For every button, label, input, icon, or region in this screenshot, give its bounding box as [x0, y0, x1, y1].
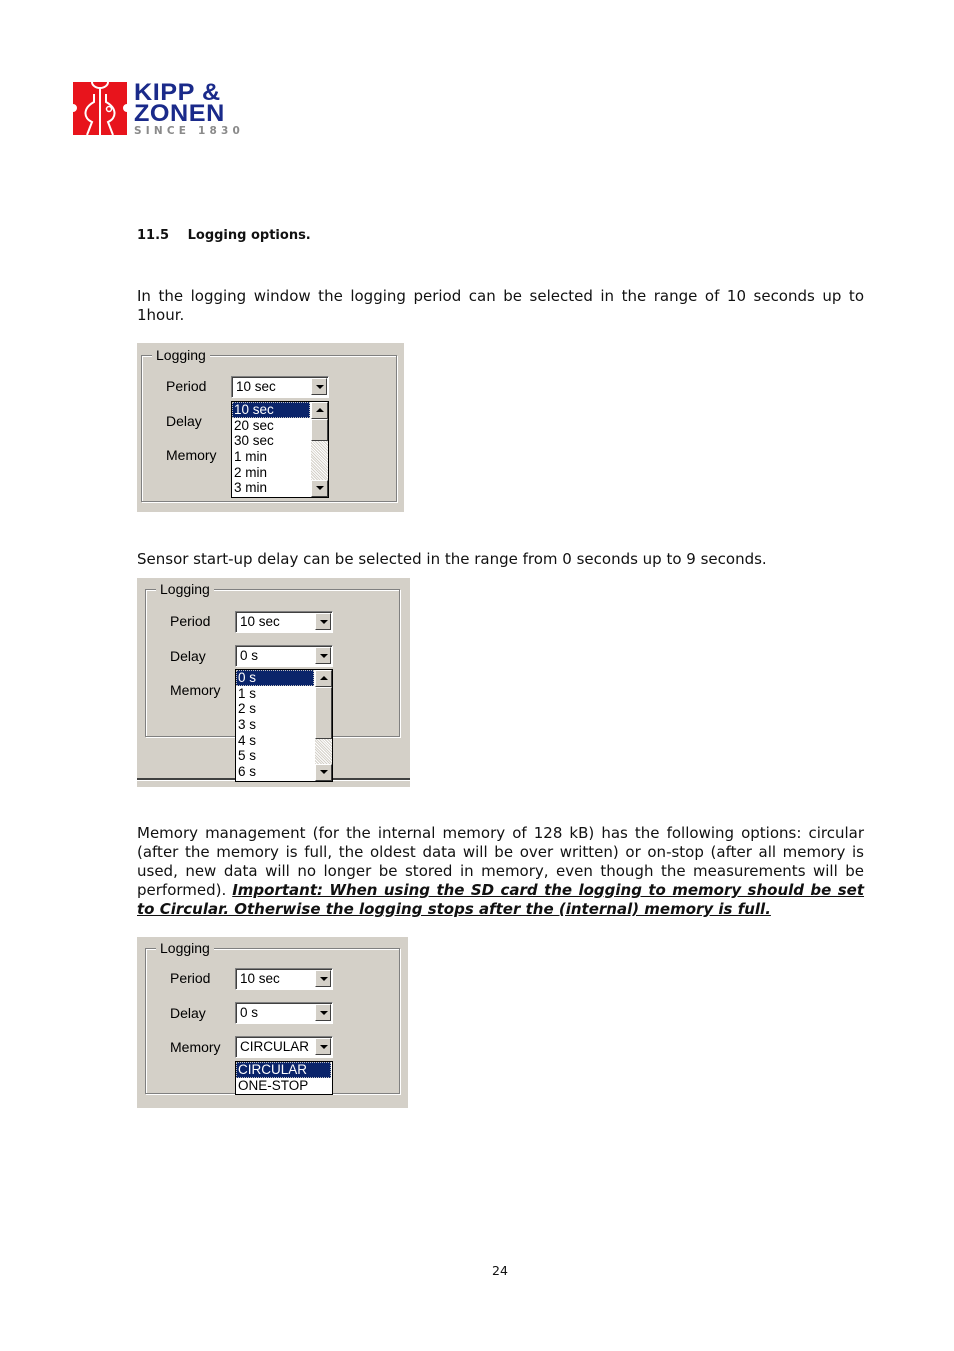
memory-select-value: CIRCULAR	[240, 1039, 310, 1054]
kipp-zonen-emblem-icon	[73, 82, 127, 135]
section-heading: 11.5 Logging options.	[137, 228, 311, 243]
scrollbar-thumb[interactable]	[311, 419, 328, 441]
delay-option[interactable]: 3 s	[236, 717, 314, 733]
chevron-down-icon	[320, 1045, 328, 1049]
chevron-down-icon	[316, 486, 324, 490]
groupbox-title: Logging	[156, 940, 214, 956]
period-option[interactable]: 3 min	[232, 480, 310, 496]
memory-label: Memory	[170, 1039, 221, 1055]
memory-label: Memory	[166, 447, 217, 463]
period-paragraph: In the logging window the logging period…	[137, 287, 864, 324]
period-select[interactable]: 10 sec	[235, 968, 333, 990]
period-option[interactable]: 10 sec	[232, 402, 310, 418]
memory-select[interactable]: CIRCULAR	[235, 1036, 333, 1058]
memory-option[interactable]: CIRCULAR	[236, 1062, 331, 1078]
logo-wordmark: KIPP & ZONEN SINCE 1830	[134, 81, 244, 138]
memory-label: Memory	[170, 682, 221, 698]
page-number: 24	[492, 1263, 508, 1278]
period-options-list[interactable]: 10 sec 20 sec 30 sec 1 min 2 min 3 min	[231, 401, 329, 498]
delay-select-value: 0 s	[240, 1005, 259, 1020]
logging-memory-screenshot: Logging Period Delay Memory 10 sec 0 s C…	[137, 937, 408, 1108]
period-option[interactable]: 1 min	[232, 449, 310, 465]
period-option[interactable]: 30 sec	[232, 433, 310, 449]
chevron-down-icon	[320, 620, 328, 624]
period-select-value: 10 sec	[240, 614, 280, 629]
period-label: Period	[170, 970, 211, 986]
period-select-value: 10 sec	[236, 379, 276, 394]
chevron-up-icon	[316, 408, 324, 412]
scroll-up-button[interactable]	[311, 402, 328, 419]
logo-line-zonen: ZONEN	[134, 100, 225, 127]
section-title: Logging options.	[187, 228, 311, 243]
memory-dropdown-button[interactable]	[315, 1038, 331, 1055]
logging-delay-screenshot: Logging Period Delay Memory 10 sec 0 s 0…	[137, 578, 410, 787]
chevron-down-icon	[320, 1011, 328, 1015]
delay-option[interactable]: 5 s	[236, 748, 314, 764]
period-option[interactable]: 20 sec	[232, 418, 310, 434]
memory-option[interactable]: ONE-STOP	[236, 1078, 331, 1094]
scrollbar-thumb[interactable]	[315, 687, 332, 739]
kipp-zonen-logo: KIPP & ZONEN SINCE 1830	[73, 81, 248, 138]
chevron-down-icon	[320, 770, 328, 774]
memory-paragraph: Memory management (for the internal memo…	[137, 824, 864, 919]
delay-option[interactable]: 1 s	[236, 686, 314, 702]
period-dropdown-button[interactable]	[315, 970, 331, 987]
scroll-down-button[interactable]	[311, 480, 328, 497]
groupbox-title: Logging	[156, 581, 214, 597]
memory-options-list[interactable]: CIRCULAR ONE-STOP	[235, 1061, 333, 1095]
delay-list-scrollbar[interactable]	[315, 670, 332, 781]
groupbox-title: Logging	[152, 347, 210, 363]
delay-label: Delay	[170, 1005, 206, 1021]
delay-dropdown-button[interactable]	[315, 647, 331, 664]
period-select-value: 10 sec	[240, 971, 280, 986]
delay-select-value: 0 s	[240, 648, 259, 663]
period-label: Period	[166, 378, 207, 394]
section-number: 11.5	[137, 228, 170, 243]
period-select[interactable]: 10 sec	[231, 376, 329, 398]
period-dropdown-button[interactable]	[315, 613, 331, 630]
delay-option[interactable]: 2 s	[236, 701, 314, 717]
period-label: Period	[170, 613, 211, 629]
chevron-down-icon	[316, 385, 324, 389]
delay-option[interactable]: 0 s	[236, 670, 314, 686]
period-list-scrollbar[interactable]	[311, 402, 328, 497]
delay-select[interactable]: 0 s	[235, 645, 333, 667]
chevron-down-icon	[320, 654, 328, 658]
delay-dropdown-button[interactable]	[315, 1004, 331, 1021]
chevron-up-icon	[320, 676, 328, 680]
important-note: Important: When using the SD card the lo…	[137, 881, 865, 918]
delay-select[interactable]: 0 s	[235, 1002, 333, 1024]
scroll-down-button[interactable]	[315, 764, 332, 781]
delay-option[interactable]: 6 s	[236, 764, 314, 780]
period-option[interactable]: 2 min	[232, 465, 310, 481]
period-dropdown-button[interactable]	[311, 378, 327, 395]
chevron-down-icon	[320, 977, 328, 981]
period-select[interactable]: 10 sec	[235, 611, 333, 633]
logging-period-screenshot: Logging Period Delay Memory 10 sec 10 se…	[137, 343, 404, 512]
delay-label: Delay	[170, 648, 206, 664]
delay-options-list[interactable]: 0 s 1 s 2 s 3 s 4 s 5 s 6 s	[235, 669, 333, 782]
delay-paragraph: Sensor start-up delay can be selected in…	[137, 550, 767, 568]
delay-option[interactable]: 4 s	[236, 733, 314, 749]
scroll-up-button[interactable]	[315, 670, 332, 687]
delay-label: Delay	[166, 413, 202, 429]
